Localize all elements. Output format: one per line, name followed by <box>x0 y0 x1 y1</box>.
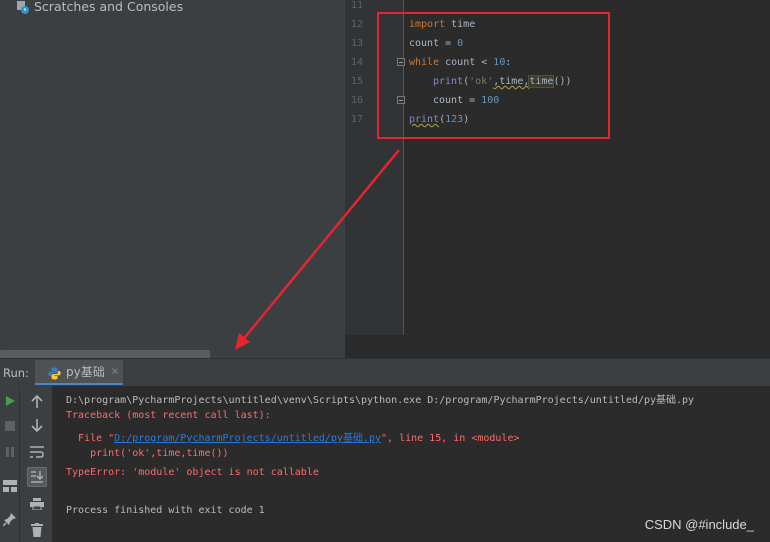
run-toolbar-primary <box>0 386 20 542</box>
line-number: 14 <box>350 57 363 68</box>
run-panel-header: Run: py基础 × <box>0 358 770 386</box>
line-number: 15 <box>350 76 363 87</box>
console-error: TypeError: 'module' object is not callab… <box>66 467 319 478</box>
python-icon <box>48 365 61 380</box>
file-link[interactable]: D:/program/PycharmProjects/untitled/py基础… <box>114 433 381 444</box>
annotation-box <box>377 12 610 139</box>
stop-icon[interactable] <box>2 418 18 434</box>
line-number: 11 <box>350 0 363 11</box>
soft-wrap-icon[interactable] <box>28 443 46 461</box>
scratches-label: Scratches and Consoles <box>34 0 184 14</box>
line-number: 17 <box>350 114 363 125</box>
line-number: 12 <box>350 19 363 30</box>
console-command-line: D:\program\PycharmProjects\untitled\venv… <box>66 395 695 406</box>
console-traceback: Traceback (most recent call last): <box>66 410 271 421</box>
rerun-icon[interactable] <box>2 393 18 409</box>
console-finished: Process finished with exit code 1 <box>66 505 265 516</box>
run-tab-label: py基础 <box>66 365 105 379</box>
print-icon[interactable] <box>28 495 46 513</box>
console-code-line: print('ok',time,time()) <box>66 448 229 459</box>
tree-item-scratches[interactable]: Scratches and Consoles <box>16 0 183 14</box>
pause-icon[interactable] <box>2 444 18 460</box>
horizontal-scrollbar[interactable] <box>0 350 210 358</box>
watermark: CSDN @#include_ <box>644 517 754 532</box>
line-number: 16 <box>350 95 363 106</box>
arrow-up-icon[interactable] <box>28 392 46 410</box>
run-tab-py[interactable]: py基础 × <box>35 360 123 385</box>
editor-bottom-area <box>345 335 770 358</box>
scratches-icon <box>16 0 30 14</box>
project-panel: Scratches and Consoles <box>0 0 345 358</box>
layout-icon[interactable] <box>1 478 19 494</box>
scroll-to-end-icon[interactable] <box>27 467 47 487</box>
arrow-down-icon[interactable] <box>28 417 46 435</box>
pin-icon[interactable] <box>1 510 19 528</box>
close-icon[interactable]: × <box>111 366 119 377</box>
run-toolbar-secondary <box>20 386 53 542</box>
console-file-line: File "D:/program/PycharmProjects/untitle… <box>66 433 520 444</box>
trash-icon[interactable] <box>28 521 46 539</box>
run-label: Run: <box>3 366 29 380</box>
line-number: 13 <box>350 38 363 49</box>
